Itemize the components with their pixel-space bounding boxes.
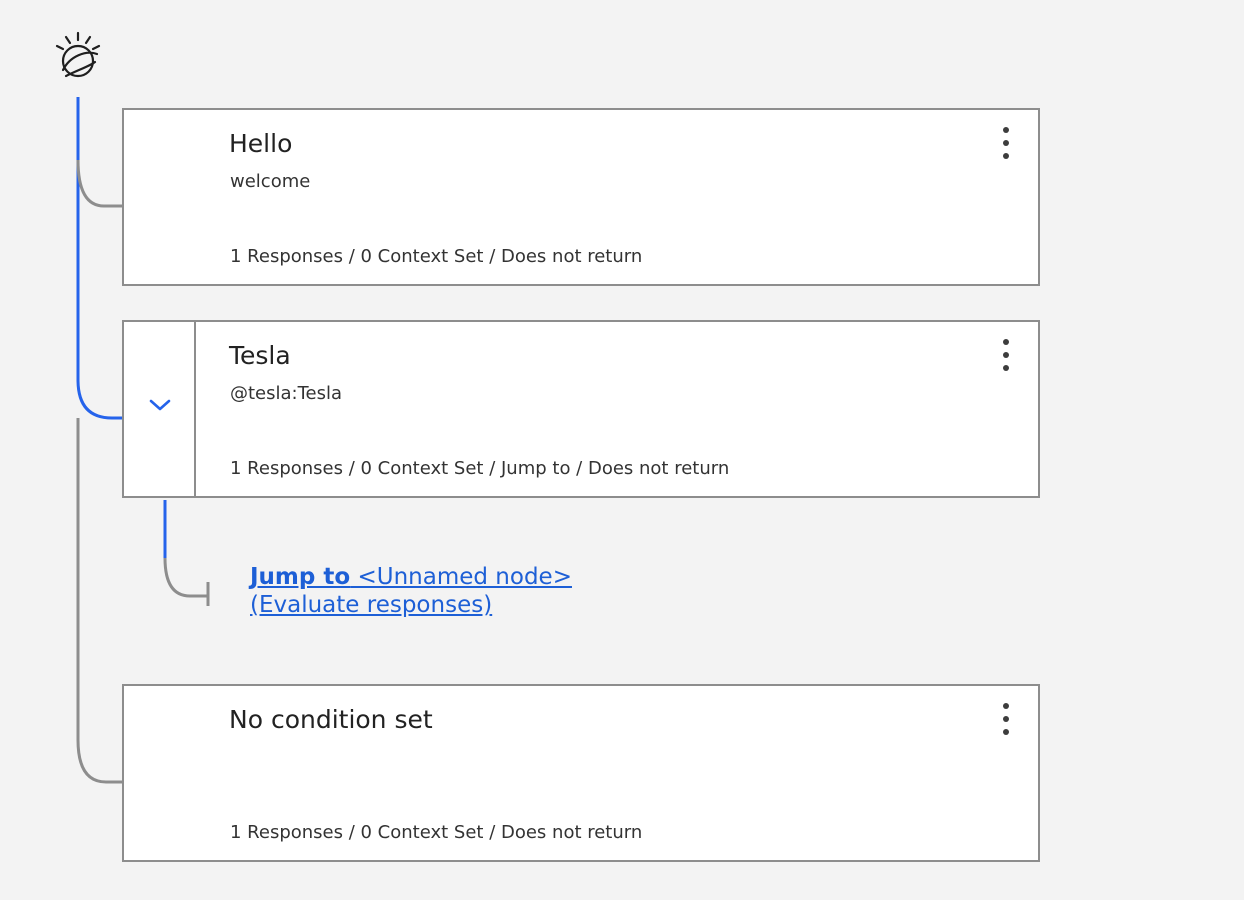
node-title: No condition set <box>229 705 433 734</box>
node-summary: 1 Responses / 0 Context Set / Jump to / … <box>230 458 730 479</box>
expand-toggle[interactable] <box>124 322 196 496</box>
jump-to-target: <Unnamed node> <box>350 564 572 590</box>
dialog-node-hello[interactable]: Hello welcome 1 Responses / 0 Context Se… <box>122 108 1040 286</box>
node-title: Hello <box>229 129 293 158</box>
node-summary: 1 Responses / 0 Context Set / Does not r… <box>230 822 643 843</box>
dialog-node-tesla[interactable]: Tesla @tesla:Tesla 1 Responses / 0 Conte… <box>122 320 1040 498</box>
node-summary: 1 Responses / 0 Context Set / Does not r… <box>230 246 643 267</box>
jump-to-link[interactable]: Jump to <Unnamed node> (Evaluate respons… <box>250 563 572 619</box>
overflow-menu-icon[interactable] <box>992 700 1020 740</box>
overflow-menu-icon[interactable] <box>992 124 1020 164</box>
node-condition: welcome <box>230 171 311 192</box>
node-title: Tesla <box>229 341 291 370</box>
chevron-down-icon[interactable] <box>148 398 172 412</box>
dialog-node-no-condition[interactable]: No condition set 1 Responses / 0 Context… <box>122 684 1040 862</box>
overflow-menu-icon[interactable] <box>992 336 1020 376</box>
node-condition: @tesla:Tesla <box>230 383 343 404</box>
jump-to-prefix: Jump to <box>250 564 351 590</box>
jump-to-mode: (Evaluate responses) <box>250 592 493 618</box>
